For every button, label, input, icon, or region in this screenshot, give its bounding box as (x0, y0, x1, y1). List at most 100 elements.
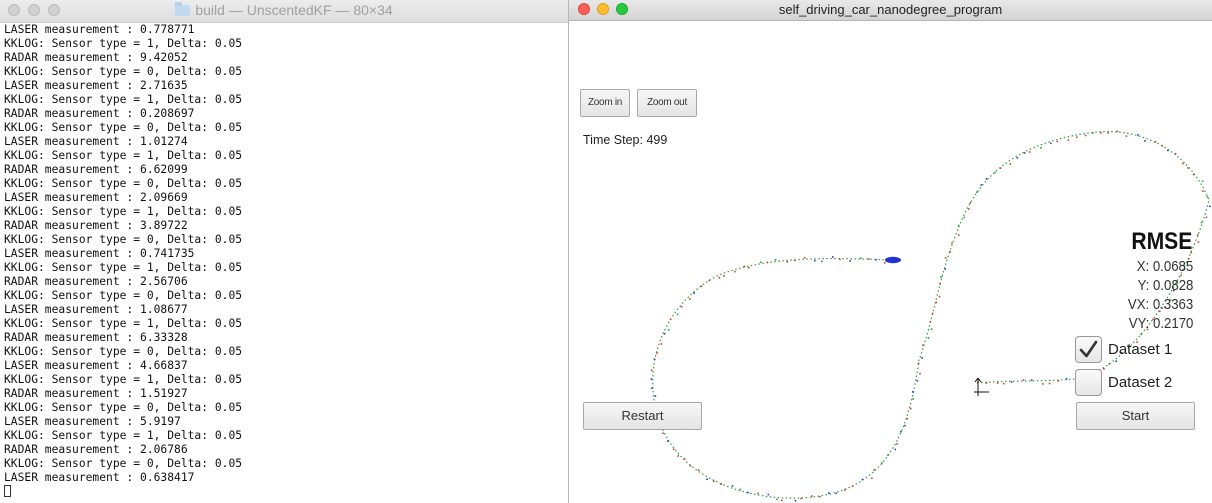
radar-marker (980, 184, 983, 186)
lidar-marker (922, 344, 924, 346)
folder-icon (175, 2, 191, 16)
lidar-marker (839, 258, 841, 261)
lidar-marker (708, 279, 711, 282)
dataset-1-label[interactable]: Dataset 1 (1108, 341, 1172, 358)
dataset-2-checkbox[interactable] (1075, 369, 1102, 396)
lidar-marker (1107, 132, 1109, 134)
radar-marker (653, 358, 656, 361)
radar-marker (1115, 360, 1117, 362)
radar-marker (1108, 363, 1111, 365)
terminal-title: build — UnscentedKF — 80×34 (0, 2, 568, 18)
radar-marker (747, 491, 749, 494)
radar-marker (994, 171, 997, 174)
lidar-marker (1009, 163, 1012, 165)
lidar-marker (931, 312, 934, 315)
lidar-marker (1100, 131, 1102, 134)
terminal-line: KKLOG: Sensor type = 0, Delta: 0.05 (4, 401, 243, 414)
terminal-line: RADAR measurement : 2.06786 (4, 443, 188, 456)
lidar-marker (1161, 145, 1163, 147)
terminal-line: KKLOG: Sensor type = 1, Delta: 0.05 (4, 149, 243, 162)
radar-marker (944, 268, 946, 270)
radar-marker (776, 498, 778, 501)
lidar-marker (1154, 141, 1157, 143)
radar-marker (1040, 147, 1042, 149)
start-axis-marker (974, 377, 989, 396)
lidar-marker (1042, 383, 1044, 385)
lidar-marker (1029, 151, 1031, 153)
radar-marker (814, 259, 816, 262)
dataset-2-label[interactable]: Dataset 2 (1108, 374, 1172, 391)
lidar-marker (677, 455, 679, 457)
restart-button[interactable]: Restart (583, 402, 702, 430)
radar-marker (912, 391, 914, 393)
dataset-1-checkbox[interactable] (1075, 336, 1102, 363)
radar-marker (667, 440, 669, 442)
lidar-marker (935, 301, 938, 304)
radar-marker (921, 357, 923, 359)
radar-marker (927, 337, 930, 339)
lidar-marker (1103, 368, 1105, 370)
radar-marker (1023, 152, 1026, 154)
lidar-marker (968, 208, 970, 210)
terminal-output[interactable]: LASER measurement : 0.778771 KKLOG: Senso… (4, 23, 242, 499)
terminal-line: KKLOG: Sensor type = 0, Delta: 0.05 (4, 65, 243, 78)
lidar-marker (1202, 190, 1204, 192)
terminal-title-text: build — UnscentedKF — 80×34 (195, 2, 393, 18)
radar-marker (667, 329, 670, 331)
lidar-marker (906, 417, 909, 420)
radar-marker (650, 387, 653, 390)
lidar-marker (718, 277, 721, 279)
radar-marker (1201, 180, 1204, 183)
terminal-line: LASER measurement : 0.778771 (4, 23, 195, 36)
terminal-window: build — UnscentedKF — 80×34 LASER measur… (0, 0, 569, 503)
terminal-line: RADAR measurement : 9.42052 (4, 51, 188, 64)
radar-marker (1010, 381, 1013, 383)
lidar-marker (1022, 379, 1025, 381)
trajectory-layer (650, 130, 1211, 502)
rmse-y: Y: 0.0828 (1137, 277, 1193, 294)
terminal-line: KKLOG: Sensor type = 0, Delta: 0.05 (4, 457, 243, 470)
terminal-line: LASER measurement : 1.08677 (4, 303, 188, 316)
lidar-marker (1002, 382, 1005, 385)
lidar-marker (800, 497, 802, 500)
terminal-line: KKLOG: Sensor type = 0, Delta: 0.05 (4, 121, 243, 134)
radar-marker (739, 488, 742, 491)
lidar-marker (985, 382, 988, 384)
terminal-line: KKLOG: Sensor type = 1, Delta: 0.05 (4, 317, 243, 330)
radar-marker (940, 276, 942, 278)
radar-marker (904, 424, 906, 427)
simulator-titlebar: self_driving_car_nanodegree_program (569, 0, 1212, 21)
radar-marker (1050, 142, 1052, 145)
radar-marker (663, 332, 666, 335)
lidar-marker (672, 448, 675, 451)
lidar-marker (662, 432, 664, 435)
lidar-marker (811, 495, 813, 497)
lidar-marker (958, 234, 960, 236)
radar-marker (875, 258, 877, 261)
zoom-in-button[interactable]: Zoom in (580, 89, 630, 117)
text-cursor-icon (4, 485, 11, 497)
lidar-marker (748, 266, 750, 269)
radar-marker (835, 492, 837, 495)
terminal-line: KKLOG: Sensor type = 0, Delta: 0.05 (4, 177, 243, 190)
radar-marker (1167, 149, 1169, 152)
radar-marker (1016, 157, 1019, 159)
terminal-titlebar: build — UnscentedKF — 80×34 (0, 0, 568, 23)
lidar-marker (1182, 162, 1184, 165)
lidar-marker (1197, 234, 1199, 236)
lidar-marker (917, 362, 920, 365)
radar-marker (731, 485, 734, 487)
lidar-marker (757, 492, 759, 495)
lidar-marker (929, 320, 932, 323)
radar-marker (894, 448, 897, 451)
terminal-line: LASER measurement : 0.741735 (4, 247, 195, 260)
lidar-marker (909, 407, 912, 410)
lidar-marker (780, 499, 783, 502)
start-button[interactable]: Start (1076, 402, 1195, 430)
rmse-x: X: 0.0685 (1136, 258, 1193, 275)
terminal-line: KKLOG: Sensor type = 1, Delta: 0.05 (4, 205, 243, 218)
radar-marker (1209, 205, 1211, 208)
lidar-marker (939, 283, 941, 285)
lidar-marker (969, 202, 972, 204)
zoom-out-button[interactable]: Zoom out (637, 89, 697, 117)
